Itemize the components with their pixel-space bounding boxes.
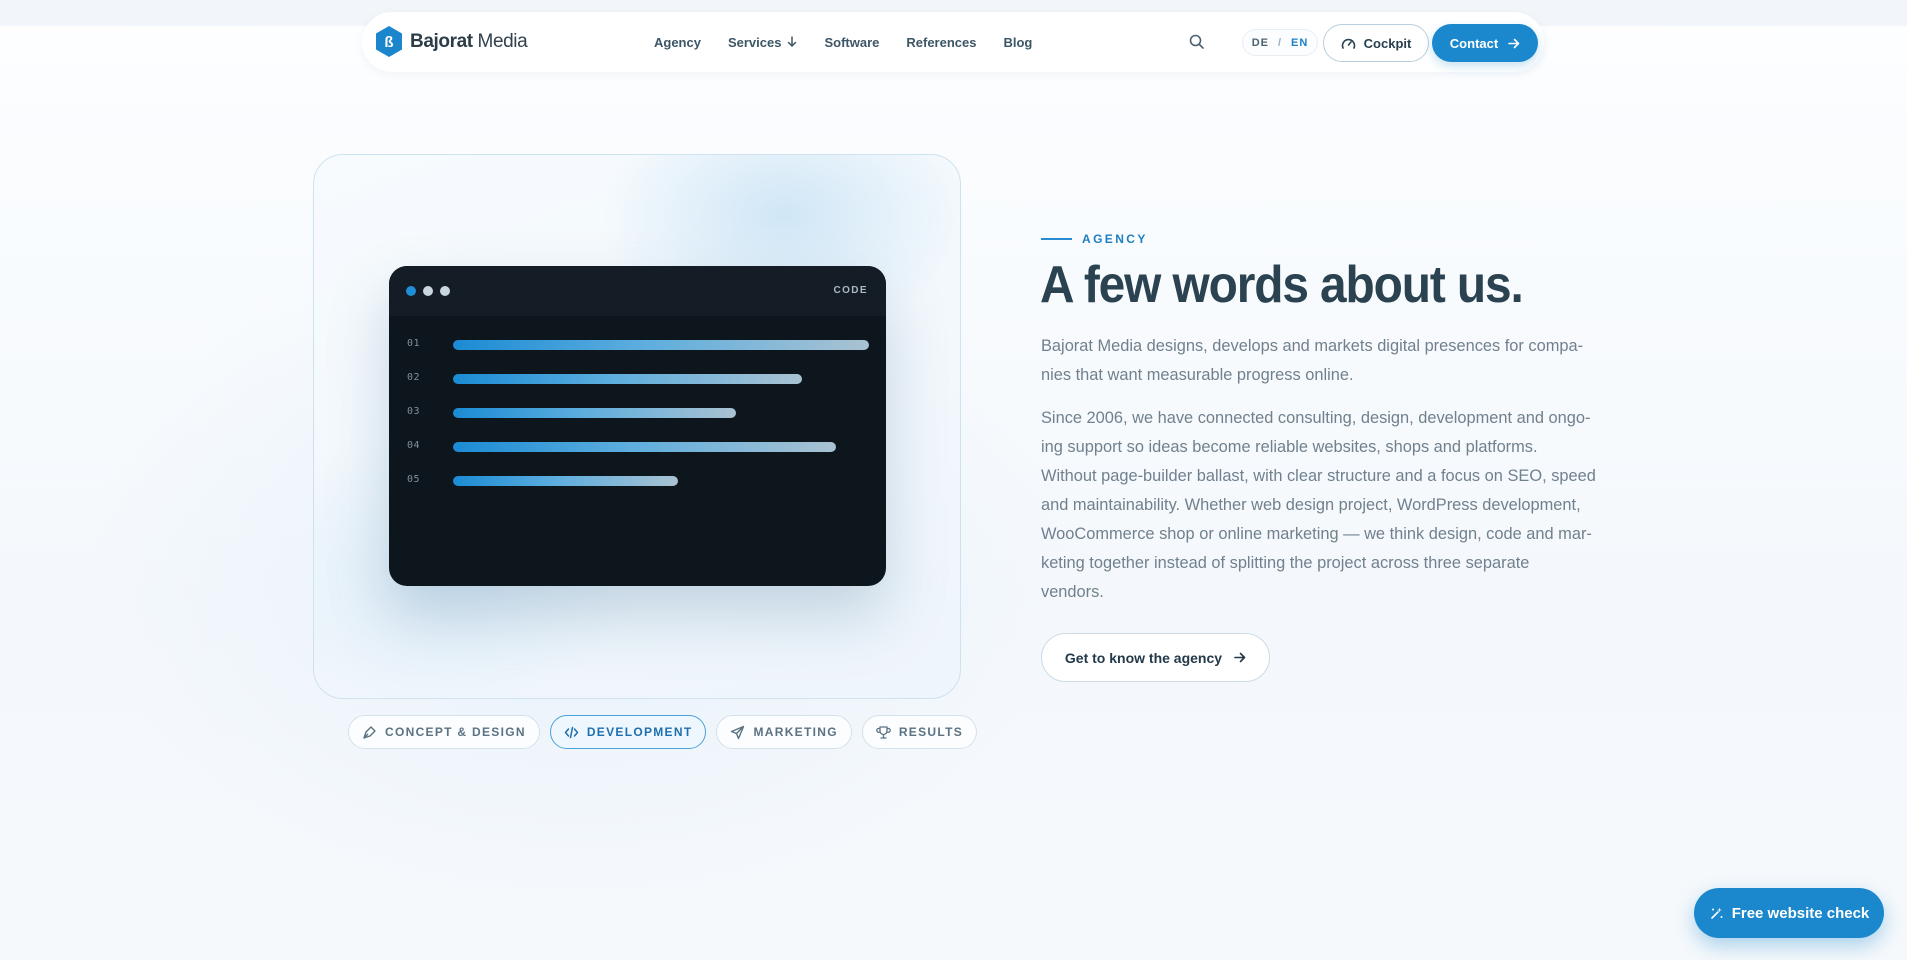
lang-separator: / [1277,36,1283,49]
code-line-bar [453,408,736,418]
code-line-bar [453,374,802,384]
sparkle-wand-icon [1710,907,1723,919]
logo-mark-icon: ß [374,25,404,58]
know-agency-label: Get to know the agency [1064,649,1223,666]
chip-marketing[interactable]: MARKETING [716,715,852,749]
nav-link-agency[interactable]: Agency [654,35,701,50]
cockpit-label: Cockpit [1363,35,1412,51]
logo[interactable]: ß Bajorat Media [374,25,528,58]
line-number: 02 [407,372,421,383]
page: ß Bajorat Media Agency Services Software… [0,0,1907,960]
gauge-icon [1341,38,1355,49]
section-eyebrow: AGENCY [1041,232,1148,246]
nav-link-label: Agency [654,34,701,50]
window-dot-grey [440,286,450,296]
code-window: CODE 01 02 03 04 05 [389,266,886,586]
chip-concept-design[interactable]: CONCEPT & DESIGN [348,715,540,749]
window-dot-grey [423,286,433,296]
arrow-right-icon [1508,38,1520,48]
nav-link-references[interactable]: References [906,35,976,50]
search-icon[interactable] [1188,33,1206,51]
arrow-right-icon [1234,652,1246,663]
logo-glyph: ß [384,34,393,51]
window-dot-blue [406,286,416,296]
trophy-icon [876,725,891,739]
nav-links: Agency Services Software References Blog [654,12,1059,72]
arrow-down-icon [788,36,797,48]
discipline-chips: CONCEPT & DESIGN DEVELOPMENT MARKETING R… [348,715,978,749]
code-window-header: CODE [389,266,886,316]
code-line: 02 [389,368,886,402]
nav-link-label: Software [824,34,880,50]
main-navigation: ß Bajorat Media Agency Services Software… [362,12,1544,72]
logo-word-bold: Bajorat [410,30,473,52]
code-line: 03 [389,402,886,436]
chip-label: MARKETING [753,725,838,739]
section-headline: A few words about us. [1040,256,1524,314]
send-icon [731,725,745,739]
code-window-label: CODE [833,285,868,296]
line-number: 03 [407,406,421,417]
free-website-check-button[interactable]: Free website check [1694,888,1884,938]
eyebrow-label: AGENCY [1082,232,1148,246]
chip-label: CONCEPT & DESIGN [385,725,526,739]
line-number: 04 [407,440,421,451]
pen-tool-icon [363,725,376,739]
code-line-bar [453,340,869,350]
line-number: 01 [407,338,421,349]
nav-link-label: References [906,34,977,50]
code-line-bar [453,442,836,452]
free-website-check-label: Free website check [1731,904,1870,922]
nav-link-label: Services [727,34,782,50]
lang-de[interactable]: DE [1252,37,1269,49]
chip-development[interactable]: DEVELOPMENT [549,715,707,749]
line-number: 05 [407,474,421,485]
code-icon [564,726,579,738]
body-paragraph: Since 2006, we have connected consulting… [1041,409,1596,601]
nav-link-blog[interactable]: Blog [1003,35,1032,50]
eyebrow-rule [1041,238,1072,240]
nav-link-label: Blog [1003,34,1033,50]
agency-visual-card: CODE 01 02 03 04 05 [313,154,961,699]
code-line: 04 [389,436,886,470]
know-agency-button[interactable]: Get to know the agency [1041,633,1270,682]
code-line: 05 [389,470,886,504]
logo-wordmark: Bajorat Media [410,30,528,53]
chip-label: RESULTS [898,725,964,739]
language-switcher: DE / EN [1242,29,1318,56]
nav-link-services[interactable]: Services [728,35,798,50]
cockpit-button[interactable]: Cockpit [1323,24,1429,62]
logo-word-rest: Media [472,30,528,52]
contact-button[interactable]: Contact [1432,24,1538,62]
nav-link-software[interactable]: Software [824,35,879,50]
code-line: 01 [389,334,886,368]
contact-label: Contact [1449,35,1499,51]
chip-label: DEVELOPMENT [586,725,693,739]
code-lines: 01 02 03 04 05 [389,316,886,504]
code-line-bar [453,476,678,486]
intro-paragraph: Bajorat Media designs, develops and mark… [1041,337,1584,384]
chip-results[interactable]: RESULTS [861,715,978,749]
lang-en[interactable]: EN [1291,37,1308,49]
